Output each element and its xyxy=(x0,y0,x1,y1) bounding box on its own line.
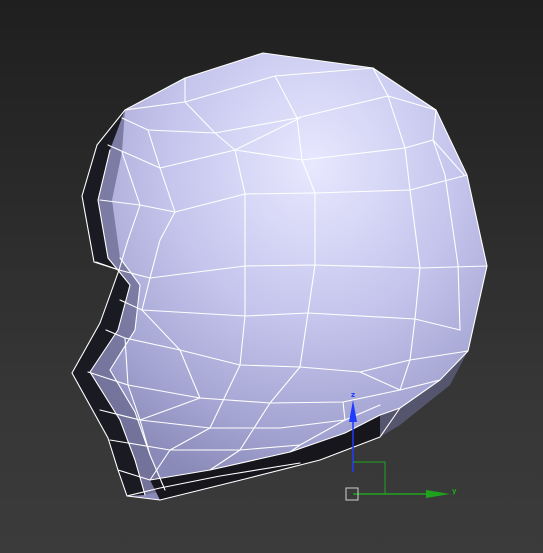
gizmo-y-label: y xyxy=(452,487,457,495)
3d-viewport[interactable]: z y xyxy=(0,0,543,553)
gizmo-z-label: z xyxy=(351,391,355,399)
head-mesh[interactable] xyxy=(71,52,488,501)
viewport-canvas[interactable]: z y xyxy=(0,0,543,553)
gizmo-y-arrowhead[interactable] xyxy=(426,490,450,498)
